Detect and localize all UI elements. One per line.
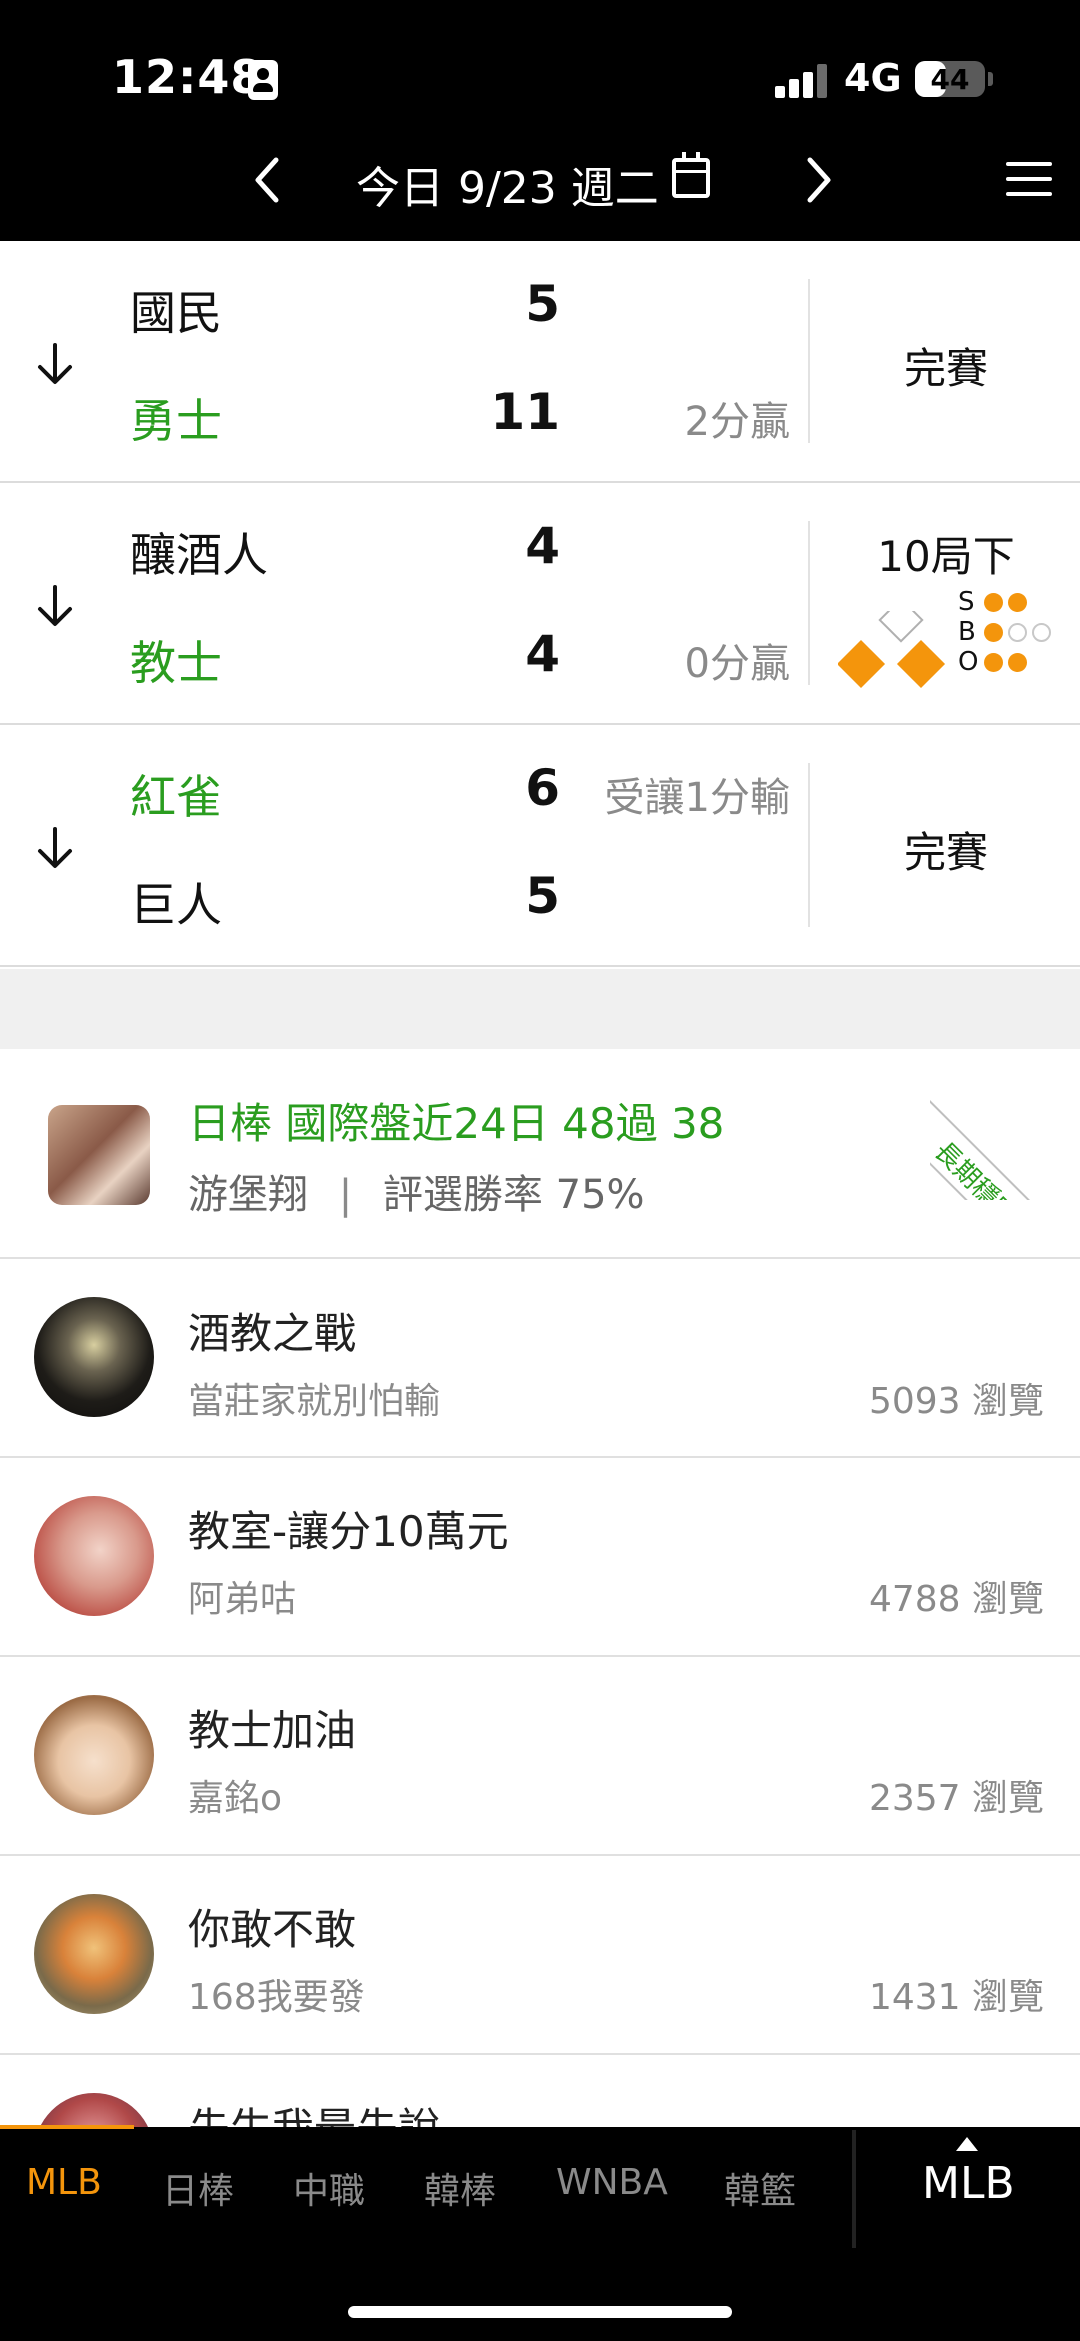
out-dot <box>1008 653 1027 672</box>
divider <box>808 763 810 927</box>
away-team: 國民 <box>130 286 222 340</box>
game-row[interactable]: 國民 5 勇士 11 2分贏 完賽 <box>0 241 1080 483</box>
count-indicator: S B O <box>958 587 1078 699</box>
post-item[interactable] <box>0 1657 1080 1856</box>
home-team: 教士 <box>130 636 222 690</box>
home-indicator[interactable] <box>348 2306 732 2318</box>
away-score: 4 <box>525 517 560 575</box>
ball-dot <box>984 623 1003 642</box>
status-time: 12:48 <box>112 50 264 104</box>
post-item[interactable] <box>0 1458 1080 1657</box>
active-tab-indicator <box>0 2125 134 2129</box>
post-title[interactable]: 教室-讓分10萬元 <box>188 1498 509 1559</box>
home-team: 勇士 <box>130 394 222 448</box>
post-author: 當莊家就別怕輸 <box>188 1381 441 1422</box>
base-runners-diamond <box>838 611 946 689</box>
featured-title[interactable]: 日棒 國際盤近24日 48過 38 <box>188 1090 724 1151</box>
post-item[interactable] <box>0 2055 1080 2135</box>
featured-pick-card[interactable] <box>0 1049 1080 1259</box>
tab-divider <box>852 2130 856 2248</box>
post-item[interactable] <box>0 1856 1080 2055</box>
first-base <box>896 639 946 689</box>
battery-nub <box>988 72 993 86</box>
contact-card-icon <box>248 60 278 100</box>
tab-mlb[interactable]: MLB <box>26 2162 102 2203</box>
home-score: 11 <box>490 383 560 441</box>
calendar-icon[interactable] <box>672 152 710 198</box>
handicap-result: 0分贏 <box>684 641 790 687</box>
divider <box>808 279 810 443</box>
handicap-result: 2分贏 <box>684 399 790 445</box>
post-title[interactable]: 教士加油 <box>188 1697 356 1758</box>
post-avatar[interactable] <box>34 1894 154 2014</box>
current-league-button[interactable]: MLB <box>922 2158 1015 2209</box>
game-status: 完賽 <box>903 344 988 393</box>
next-day-icon[interactable] <box>798 150 838 210</box>
post-views: 1431 瀏覽 <box>868 1977 1044 2018</box>
game-status: 10局下 <box>877 532 1015 581</box>
game-status: 完賽 <box>903 828 988 877</box>
arrow-down-icon[interactable] <box>34 341 76 387</box>
battery-icon: 44 <box>915 61 985 97</box>
previous-day-icon[interactable] <box>248 150 288 210</box>
away-team: 紅雀 <box>130 770 222 824</box>
strike-dot <box>984 593 1003 612</box>
strike-dot <box>1008 593 1027 612</box>
arrow-down-icon[interactable] <box>34 583 76 629</box>
post-views: 4788 瀏覽 <box>868 1579 1044 1620</box>
post-author: 阿弟咕 <box>188 1579 297 1620</box>
post-views: 2357 瀏覽 <box>868 1778 1044 1819</box>
post-title[interactable]: 酒教之戰 <box>188 1300 356 1361</box>
post-avatar[interactable] <box>34 1496 154 1616</box>
tab-cpbl[interactable]: 中職 <box>293 2162 365 2214</box>
tab-kbo[interactable]: 韓棒 <box>424 2162 496 2214</box>
post-avatar[interactable] <box>34 1297 154 1417</box>
game-row[interactable]: 釀酒人 4 教士 4 0分贏 10局下 S B O <box>0 483 1080 725</box>
post-views: 5093 瀏覽 <box>868 1381 1044 1422</box>
tab-kbl[interactable]: 韓籃 <box>724 2162 796 2214</box>
home-score: 4 <box>525 625 560 683</box>
featured-author: 游堡翔 <box>188 1172 308 1218</box>
away-team: 釀酒人 <box>130 528 268 582</box>
caret-up-icon[interactable] <box>956 2137 978 2151</box>
featured-separator: | <box>338 1172 353 1218</box>
section-spacer <box>0 969 1080 1049</box>
second-base <box>878 611 924 643</box>
post-author: 嘉銘o <box>188 1778 283 1819</box>
post-author: 168我要發 <box>188 1977 365 2018</box>
hamburger-menu-icon[interactable] <box>1006 162 1052 198</box>
featured-win-rate: 評選勝率 75% <box>382 1172 645 1218</box>
post-title[interactable]: 你敢不敢 <box>188 1896 356 1957</box>
ribbon-label: 長期穩定 <box>930 1136 1023 1200</box>
home-score: 5 <box>525 867 560 925</box>
stable-badge-ribbon: 長期穩定 <box>930 1050 1080 1200</box>
post-avatar[interactable] <box>34 1695 154 1815</box>
post-item[interactable] <box>0 1259 1080 1458</box>
network-type: 4G <box>844 56 902 100</box>
ball-dot <box>1008 623 1027 642</box>
ball-dot <box>1032 623 1051 642</box>
handicap-result: 受讓1分輸 <box>604 775 790 821</box>
featured-subtitle: 游堡翔 | 評選勝率 75% <box>188 1162 645 1220</box>
battery-level: 44 <box>930 63 970 96</box>
app-screen: 12:48 4G 44 今日 9/23 週二 國民 5 勇士 11 2分贏 完賽… <box>0 0 1080 2341</box>
date-title[interactable]: 今日 9/23 週二 <box>356 152 659 216</box>
featured-author-avatar[interactable] <box>48 1105 150 1205</box>
cellular-signal-icon <box>775 64 827 98</box>
away-score: 6 <box>525 759 560 817</box>
tab-npb[interactable]: 日棒 <box>162 2162 234 2214</box>
arrow-down-icon[interactable] <box>34 825 76 871</box>
home-team: 巨人 <box>130 878 222 932</box>
game-row[interactable]: 紅雀 6 受讓1分輸 巨人 5 完賽 <box>0 725 1080 967</box>
tab-wnba[interactable]: WNBA <box>556 2162 668 2203</box>
third-base <box>838 639 886 689</box>
top-bar: 12:48 4G 44 今日 9/23 週二 <box>0 0 1080 241</box>
divider <box>808 521 810 685</box>
away-score: 5 <box>525 275 560 333</box>
out-dot <box>984 653 1003 672</box>
